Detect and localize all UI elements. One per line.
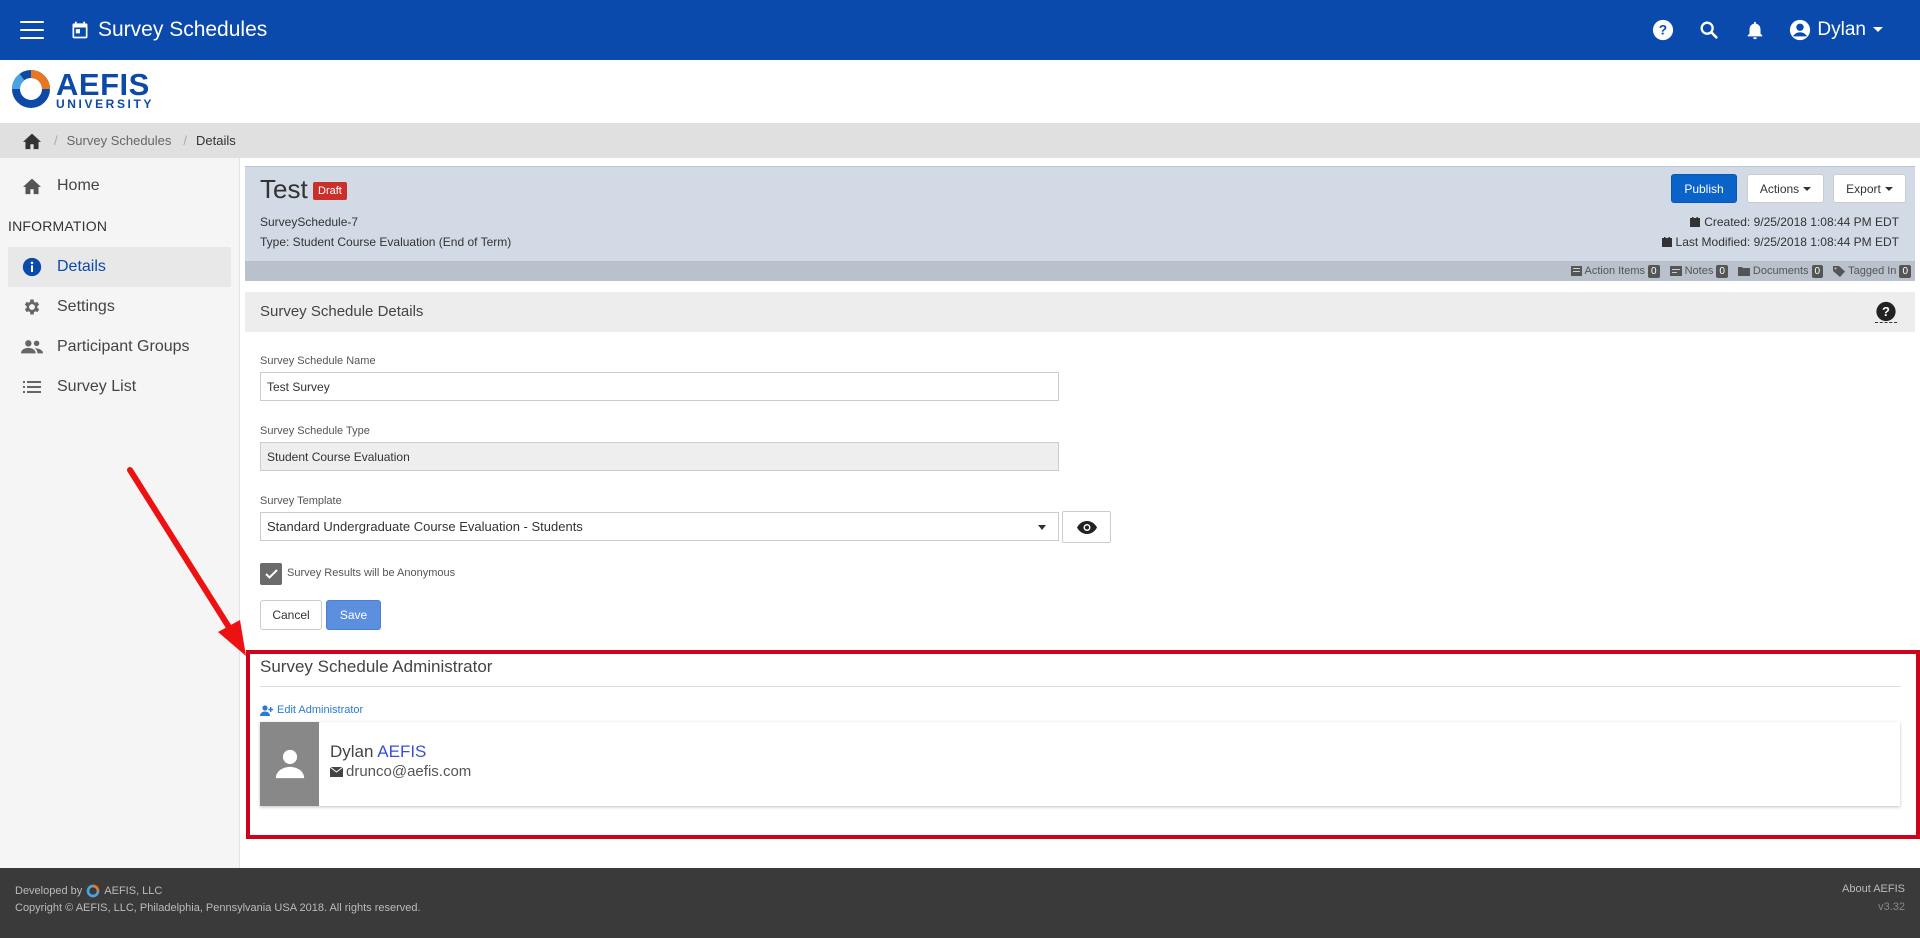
developed-by: Developed by AEFIS, LLC xyxy=(15,884,163,898)
field-label: Survey Schedule Type xyxy=(260,425,370,437)
eye-icon xyxy=(1076,520,1097,534)
search-icon[interactable] xyxy=(1697,18,1721,42)
brand-sub: UNIVERSITY xyxy=(56,96,155,111)
edit-administrator-link[interactable]: Edit Administrator xyxy=(260,704,363,716)
created-date: Created: 9/25/2018 1:08:44 PM EDT xyxy=(1690,215,1899,229)
cancel-button[interactable]: Cancel xyxy=(260,600,322,630)
admin-section-title: Survey Schedule Administrator xyxy=(260,657,493,676)
aefis-ring-icon xyxy=(12,70,50,108)
caret-down-icon xyxy=(1803,186,1812,191)
sidebar-item-home[interactable]: Home xyxy=(8,166,231,206)
admin-email: drunco@aefis.com xyxy=(330,763,471,780)
check-icon xyxy=(264,569,278,579)
divider xyxy=(260,686,1901,687)
tag-icon xyxy=(1833,265,1846,277)
chevron-down-icon xyxy=(1873,27,1883,32)
tagged-in-link[interactable]: Tagged In 0 xyxy=(1833,264,1911,278)
help-icon[interactable]: ? xyxy=(1651,18,1675,42)
footer: Developed by AEFIS, LLC Copyright © AEFI… xyxy=(0,868,1920,938)
notes-icon xyxy=(1669,266,1682,276)
sidebar-section-heading: INFORMATION xyxy=(8,218,108,234)
envelope-icon xyxy=(330,766,343,777)
field-label: Survey Template xyxy=(260,495,342,507)
breadcrumb-details: Details xyxy=(196,133,236,148)
record-id: SurveySchedule-7 xyxy=(260,215,359,229)
version: v3.32 xyxy=(1878,901,1905,913)
details-panel-header: Survey Schedule Details ? xyxy=(245,292,1915,332)
help-icon[interactable]: ? xyxy=(1875,301,1897,323)
gear-icon xyxy=(21,296,43,318)
anonymous-label: Survey Results will be Anonymous xyxy=(287,567,456,579)
save-button[interactable]: Save xyxy=(326,600,381,630)
list-icon xyxy=(1570,266,1582,276)
brand-row: AEFIS UNIVERSITY xyxy=(0,60,1920,123)
breadcrumb: / Survey Schedules / Details xyxy=(0,123,1920,158)
user-menu[interactable]: Dylan xyxy=(1789,19,1884,41)
documents-link[interactable]: Documents 0 xyxy=(1737,264,1824,278)
bell-icon[interactable] xyxy=(1743,18,1767,42)
user-name: Dylan xyxy=(1817,19,1866,40)
menu-icon[interactable] xyxy=(20,21,44,39)
calendar-icon xyxy=(72,21,88,39)
record-tags-bar: Action Items 0 Notes 0 Documents 0 Tagged I… xyxy=(245,261,1915,281)
survey-template-select[interactable]: Standard Undergraduate Course Evaluation… xyxy=(260,512,1059,541)
about-link[interactable]: About AEFIS xyxy=(1842,883,1905,895)
publish-button[interactable]: Publish xyxy=(1671,174,1737,203)
caret-down-icon xyxy=(1884,186,1893,191)
record-type: Type: Student Course Evaluation (End of … xyxy=(260,235,512,249)
calendar-icon xyxy=(1661,237,1672,247)
administrator-card: Dylan AEFIS drunco@aefis.com xyxy=(260,722,1900,806)
list-icon xyxy=(21,376,43,398)
caret-down-icon xyxy=(1038,525,1046,530)
sidebar-item-survey-list[interactable]: Survey List xyxy=(8,367,231,407)
modified-date: Last Modified: 9/25/2018 1:08:44 PM EDT xyxy=(1661,235,1899,249)
actions-dropdown[interactable]: Actions xyxy=(1747,174,1824,203)
sidebar-item-participant-groups[interactable]: Participant Groups xyxy=(8,327,231,367)
page-title: Test xyxy=(260,174,308,204)
notes-link[interactable]: Notes 0 xyxy=(1669,264,1728,278)
admin-name: Dylan AEFIS xyxy=(330,742,427,761)
copyright: Copyright © AEFIS, LLC, Philadelphia, Pe… xyxy=(15,902,421,914)
aefis-logo[interactable]: AEFIS UNIVERSITY xyxy=(10,68,154,110)
avatar xyxy=(260,722,319,806)
panel-title: Survey Schedule Details xyxy=(260,303,424,320)
info-icon xyxy=(21,256,43,278)
sidebar-item-details[interactable]: Details xyxy=(8,247,231,287)
sidebar: Home INFORMATION Details Settings Partic… xyxy=(0,158,240,868)
schedule-type-field: Student Course Evaluation xyxy=(260,442,1059,471)
svg-text:?: ? xyxy=(1882,304,1890,319)
person-icon xyxy=(275,749,304,779)
schedule-name-input[interactable]: Test Survey xyxy=(260,372,1059,401)
calendar-icon xyxy=(1690,217,1701,227)
add-person-icon xyxy=(260,704,274,716)
field-label: Survey Schedule Name xyxy=(260,355,376,367)
account-icon xyxy=(1790,19,1811,41)
folder-icon xyxy=(1737,267,1750,276)
home-icon[interactable] xyxy=(22,132,42,150)
aefis-ring-icon xyxy=(86,884,100,898)
record-header: Test Draft SurveySchedule-7 Type: Studen… xyxy=(245,166,1915,261)
breadcrumb-survey-schedules[interactable]: Survey Schedules xyxy=(67,133,172,148)
admin-last-name[interactable]: AEFIS xyxy=(377,742,426,761)
app-title: Survey Schedules xyxy=(98,18,268,41)
export-dropdown[interactable]: Export xyxy=(1833,174,1906,203)
anonymous-checkbox[interactable] xyxy=(260,563,282,585)
people-icon xyxy=(21,336,43,358)
svg-text:?: ? xyxy=(1659,23,1667,38)
home-icon xyxy=(21,175,43,197)
top-app-bar: Survey Schedules ? Dylan xyxy=(0,0,1920,60)
status-badge: Draft xyxy=(313,182,347,200)
sidebar-item-settings[interactable]: Settings xyxy=(8,287,231,327)
preview-template-button[interactable] xyxy=(1062,511,1111,543)
action-items-link[interactable]: Action Items 0 xyxy=(1570,264,1660,278)
